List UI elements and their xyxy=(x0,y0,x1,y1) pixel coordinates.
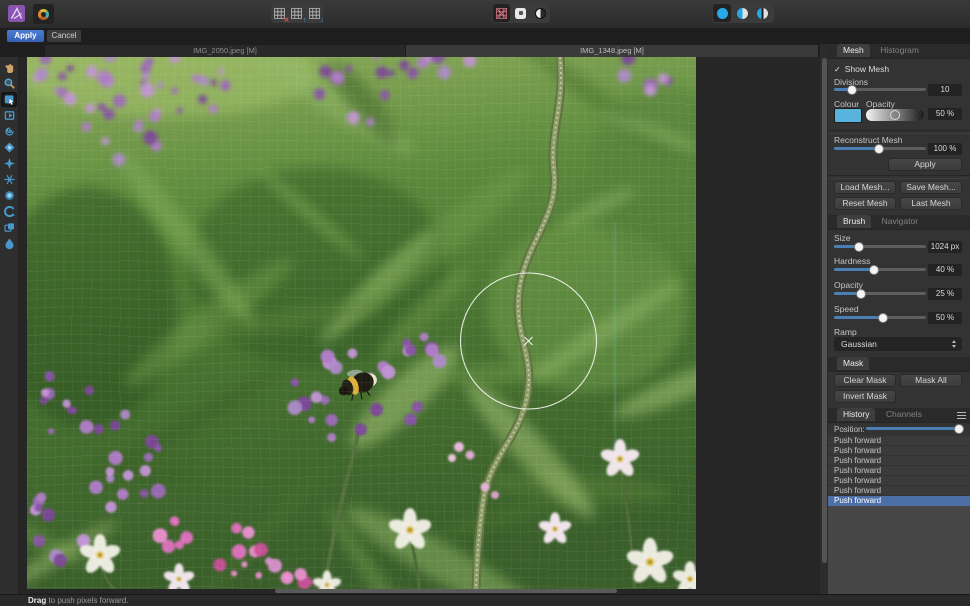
reconstruct-slider[interactable] xyxy=(834,144,926,153)
save-mesh-button[interactable]: Save Mesh... xyxy=(900,181,962,194)
mesh-button-group: ✕ ↑ ↓ xyxy=(271,3,323,23)
tool-strip xyxy=(0,57,19,594)
mirror-view-icon[interactable] xyxy=(753,4,771,22)
tab-brush[interactable]: Brush xyxy=(837,215,871,228)
check-icon xyxy=(834,64,845,74)
mask-all-button[interactable]: Mask All xyxy=(900,374,962,387)
tab-mesh[interactable]: Mesh xyxy=(837,44,870,57)
pinch-tool[interactable] xyxy=(1,140,17,155)
status-bar: Drag to push pixels forward. xyxy=(0,594,970,606)
thaw-tool[interactable] xyxy=(1,204,17,219)
document-tab[interactable]: IMG_2050.jpeg [M] xyxy=(45,45,406,57)
save-mesh-icon[interactable]: ↓ xyxy=(307,4,322,22)
freeze-tool[interactable] xyxy=(1,188,17,203)
document-tab-active[interactable]: IMG_1348.jpeg [M] xyxy=(406,45,818,57)
mesh-panel-tabs: Mesh Histogram xyxy=(828,44,970,59)
status-action: Drag xyxy=(28,596,46,605)
brush-opacity-slider[interactable] xyxy=(834,289,926,298)
brush-panel-tabs: Brush Navigator xyxy=(828,215,970,230)
turbulence-tool[interactable] xyxy=(1,172,17,187)
show-mask-toggle-icon[interactable] xyxy=(512,4,529,22)
vertical-scrollbar[interactable] xyxy=(820,44,828,594)
tab-history[interactable]: History xyxy=(837,408,875,421)
mesh-clone-tool[interactable] xyxy=(1,220,17,235)
load-mesh-icon[interactable]: ↑ xyxy=(289,4,304,22)
photo-image xyxy=(27,57,696,589)
tab-mask[interactable]: Mask xyxy=(837,357,869,370)
view-tool[interactable] xyxy=(1,60,17,75)
push-forward-tool[interactable] xyxy=(1,92,17,107)
punch-tool[interactable] xyxy=(1,156,17,171)
right-panel: Mesh Histogram Show Mesh Divisions 10 Co… xyxy=(828,44,970,594)
reconstruct-tool[interactable] xyxy=(1,236,17,251)
apply-button[interactable]: Apply xyxy=(7,30,44,42)
ramp-select[interactable]: Gaussian xyxy=(834,337,962,351)
history-entry[interactable]: Push forward xyxy=(828,466,970,476)
top-toolbar: ✕ ↑ ↓ xyxy=(0,0,970,29)
history-entry[interactable]: Push forward xyxy=(828,446,970,456)
size-value[interactable]: 1024 px xyxy=(928,241,962,253)
hardness-value[interactable]: 40 % xyxy=(928,264,962,276)
clear-mask-button[interactable]: Clear Mask xyxy=(834,374,896,387)
speed-slider[interactable] xyxy=(834,313,926,322)
liquify-persona-icon[interactable] xyxy=(33,4,54,24)
cancel-button[interactable]: Cancel xyxy=(47,30,81,42)
view-toggle-group xyxy=(492,3,550,23)
history-entry[interactable]: Push forward xyxy=(828,476,970,486)
opacity-label: Opacity xyxy=(866,99,895,109)
apply-mesh-button[interactable]: Apply xyxy=(888,158,962,171)
ramp-label: Ramp xyxy=(834,327,857,337)
load-mesh-button[interactable]: Load Mesh... xyxy=(834,181,896,194)
history-entry[interactable]: Push forward xyxy=(828,436,970,446)
hardness-slider[interactable] xyxy=(834,265,926,274)
last-mesh-button[interactable]: Last Mesh xyxy=(900,197,962,210)
history-entry[interactable]: Push forward xyxy=(828,486,970,496)
panel-menu-icon[interactable] xyxy=(957,412,966,419)
affinity-photo-logo xyxy=(8,5,25,27)
position-label: Position: xyxy=(834,425,865,434)
history-list: Push forward Push forward Push forward P… xyxy=(828,436,970,594)
push-left-tool[interactable] xyxy=(1,108,17,123)
zoom-tool[interactable] xyxy=(1,76,17,91)
app-window: ✕ ↑ ↓ xyxy=(0,0,970,606)
split-toggle-icon[interactable] xyxy=(532,4,549,22)
history-panel-tabs: History Channels xyxy=(828,408,970,423)
split-view-icon[interactable] xyxy=(733,4,751,22)
clear-mesh-icon[interactable]: ✕ xyxy=(272,4,287,22)
history-entry[interactable]: Push forward xyxy=(828,456,970,466)
size-slider[interactable] xyxy=(834,242,926,251)
single-view-icon[interactable] xyxy=(713,4,731,22)
stepper-icon xyxy=(951,340,958,348)
reset-mesh-button[interactable]: Reset Mesh xyxy=(834,197,896,210)
speed-value[interactable]: 50 % xyxy=(928,312,962,324)
show-mesh-toggle-icon[interactable] xyxy=(493,4,510,22)
position-slider[interactable] xyxy=(866,424,962,433)
horizontal-scrollbar[interactable] xyxy=(275,589,617,593)
action-bar: Apply Cancel xyxy=(0,28,970,45)
liquify-mesh-grid xyxy=(27,57,696,589)
divisions-value[interactable]: 10 xyxy=(928,84,962,96)
mesh-opacity-gradient[interactable] xyxy=(866,109,924,121)
history-entry-selected[interactable]: Push forward xyxy=(828,496,970,506)
mirror-view-group xyxy=(712,3,774,23)
tab-navigator[interactable]: Navigator xyxy=(876,215,924,228)
brush-opacity-value[interactable]: 25 % xyxy=(928,288,962,300)
mesh-colour-swatch[interactable] xyxy=(834,108,862,123)
tab-histogram[interactable]: Histogram xyxy=(874,44,925,57)
canvas-photo[interactable] xyxy=(27,57,696,589)
mask-panel-tabs: Mask xyxy=(828,357,970,372)
show-mesh-checkbox[interactable]: Show Mesh xyxy=(834,64,889,74)
status-hint: to push pixels forward. xyxy=(46,596,128,605)
invert-mask-button[interactable]: Invert Mask xyxy=(834,390,896,403)
divisions-slider[interactable] xyxy=(834,85,926,94)
twirl-tool[interactable] xyxy=(1,124,17,139)
mesh-opacity-value[interactable]: 50 % xyxy=(928,108,962,120)
tab-channels[interactable]: Channels xyxy=(880,408,928,421)
reconstruct-value[interactable]: 100 % xyxy=(928,143,962,155)
